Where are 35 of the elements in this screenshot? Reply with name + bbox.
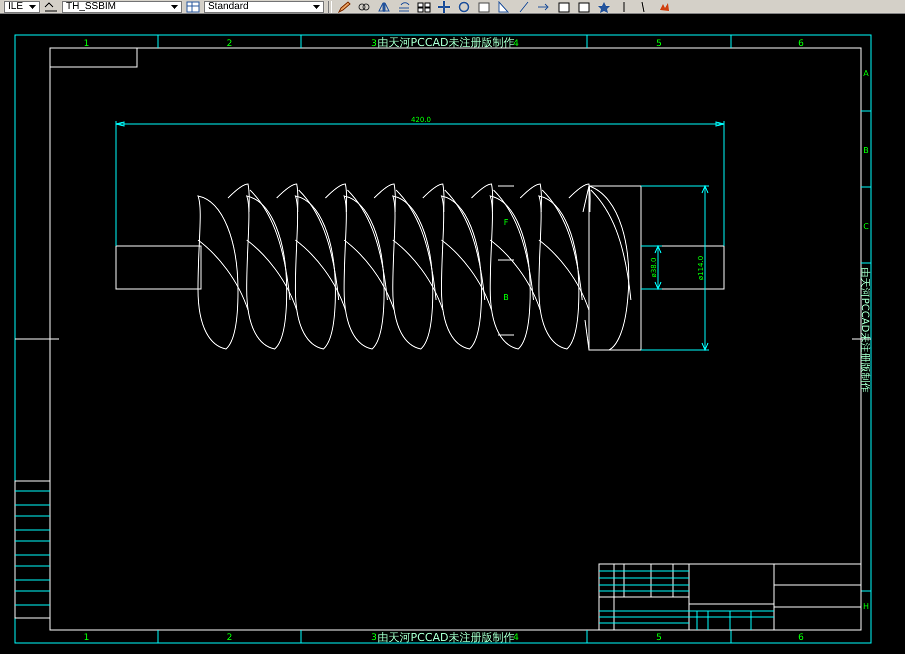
- row-letter: A: [863, 69, 869, 78]
- column-number: 5: [656, 633, 662, 643]
- style-dropdown[interactable]: TH_SSBIM: [62, 0, 182, 12]
- column-number: 3: [371, 633, 377, 643]
- square-icon[interactable]: [576, 0, 592, 12]
- pencil-icon[interactable]: [336, 0, 352, 12]
- column-number: 4: [513, 633, 519, 643]
- column-number: 2: [226, 39, 232, 49]
- column-number: 3: [371, 39, 377, 49]
- mirror-icon[interactable]: [376, 0, 392, 12]
- row-letter: B: [863, 146, 869, 155]
- grid-squares-icon[interactable]: [416, 0, 432, 12]
- caret-icon: [171, 4, 178, 8]
- star-icon[interactable]: [596, 0, 612, 12]
- row-letter: H: [863, 602, 869, 611]
- chain-link-icon[interactable]: [356, 0, 372, 12]
- section-letter: F: [504, 218, 508, 227]
- caret-icon: [313, 4, 320, 8]
- watermark-text: 由天河PCCAD未注册版制作: [378, 631, 514, 644]
- table-style-icon[interactable]: [186, 0, 200, 12]
- style-dropdown[interactable]: Standard: [204, 0, 324, 12]
- row-letter: C: [863, 222, 869, 231]
- column-number: 1: [84, 633, 90, 643]
- column-number: 6: [798, 39, 804, 49]
- watermark-text: 由天河PCCAD未注册版制作: [859, 268, 870, 392]
- column-number: 4: [513, 39, 519, 49]
- caret-icon: [29, 4, 36, 8]
- section-letter: B: [503, 293, 509, 302]
- style-dropdown[interactable]: ILE: [4, 0, 40, 12]
- column-number: 1: [84, 39, 90, 49]
- column-number: 2: [226, 633, 232, 643]
- watermark-text: 由天河PCCAD未注册版制作: [378, 36, 514, 49]
- column-number: 5: [656, 39, 662, 49]
- square-icon[interactable]: [556, 0, 572, 12]
- column-number: 6: [798, 633, 804, 643]
